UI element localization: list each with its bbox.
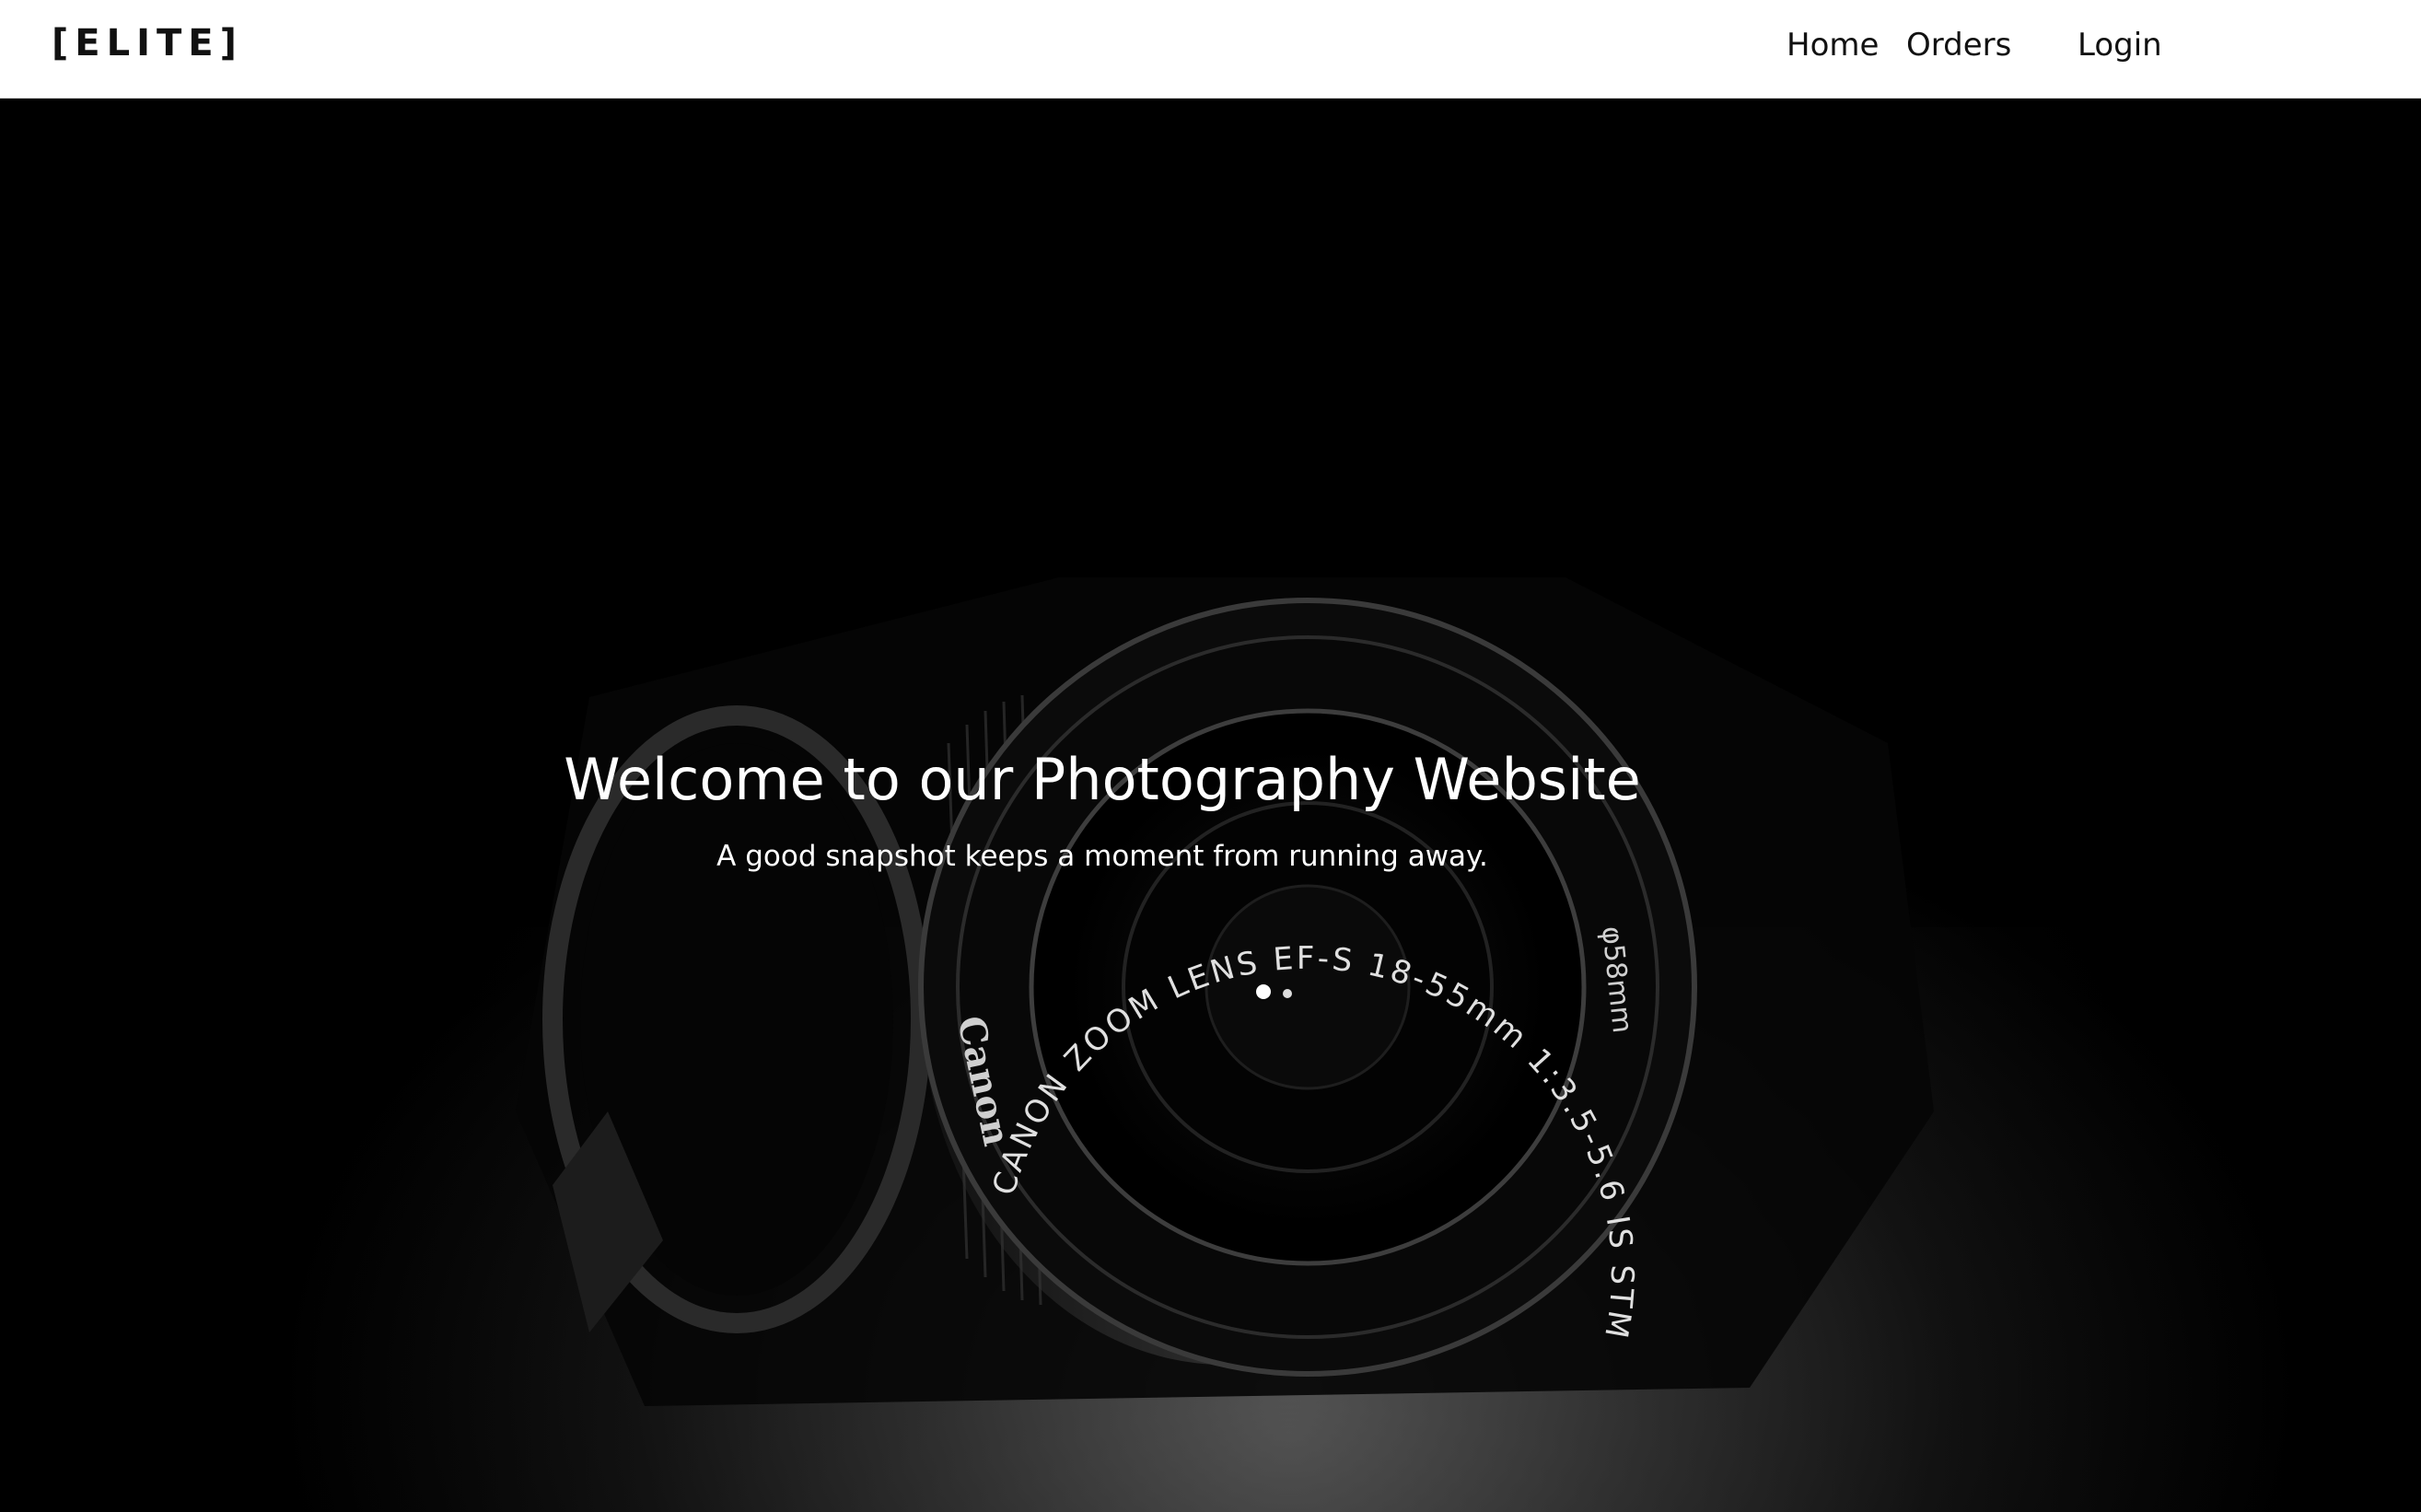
top-navbar: [ELITE] Home Orders Login <box>0 0 2421 99</box>
hero-section: CANON ZOOM LENS EF-S 18-55mm 1:3.5-5.6 I… <box>0 99 2421 1512</box>
hero-subtitle: A good snapshot keeps a moment from runn… <box>716 840 1488 873</box>
nav-orders-link[interactable]: Orders <box>1906 24 2011 66</box>
brand-logo[interactable]: [ELITE] <box>52 20 243 66</box>
nav-home-link[interactable]: Home <box>1787 24 1879 66</box>
nav-login-link[interactable]: Login <box>2078 24 2162 66</box>
hero-title: Welcome to our Photography Website <box>564 746 1641 813</box>
